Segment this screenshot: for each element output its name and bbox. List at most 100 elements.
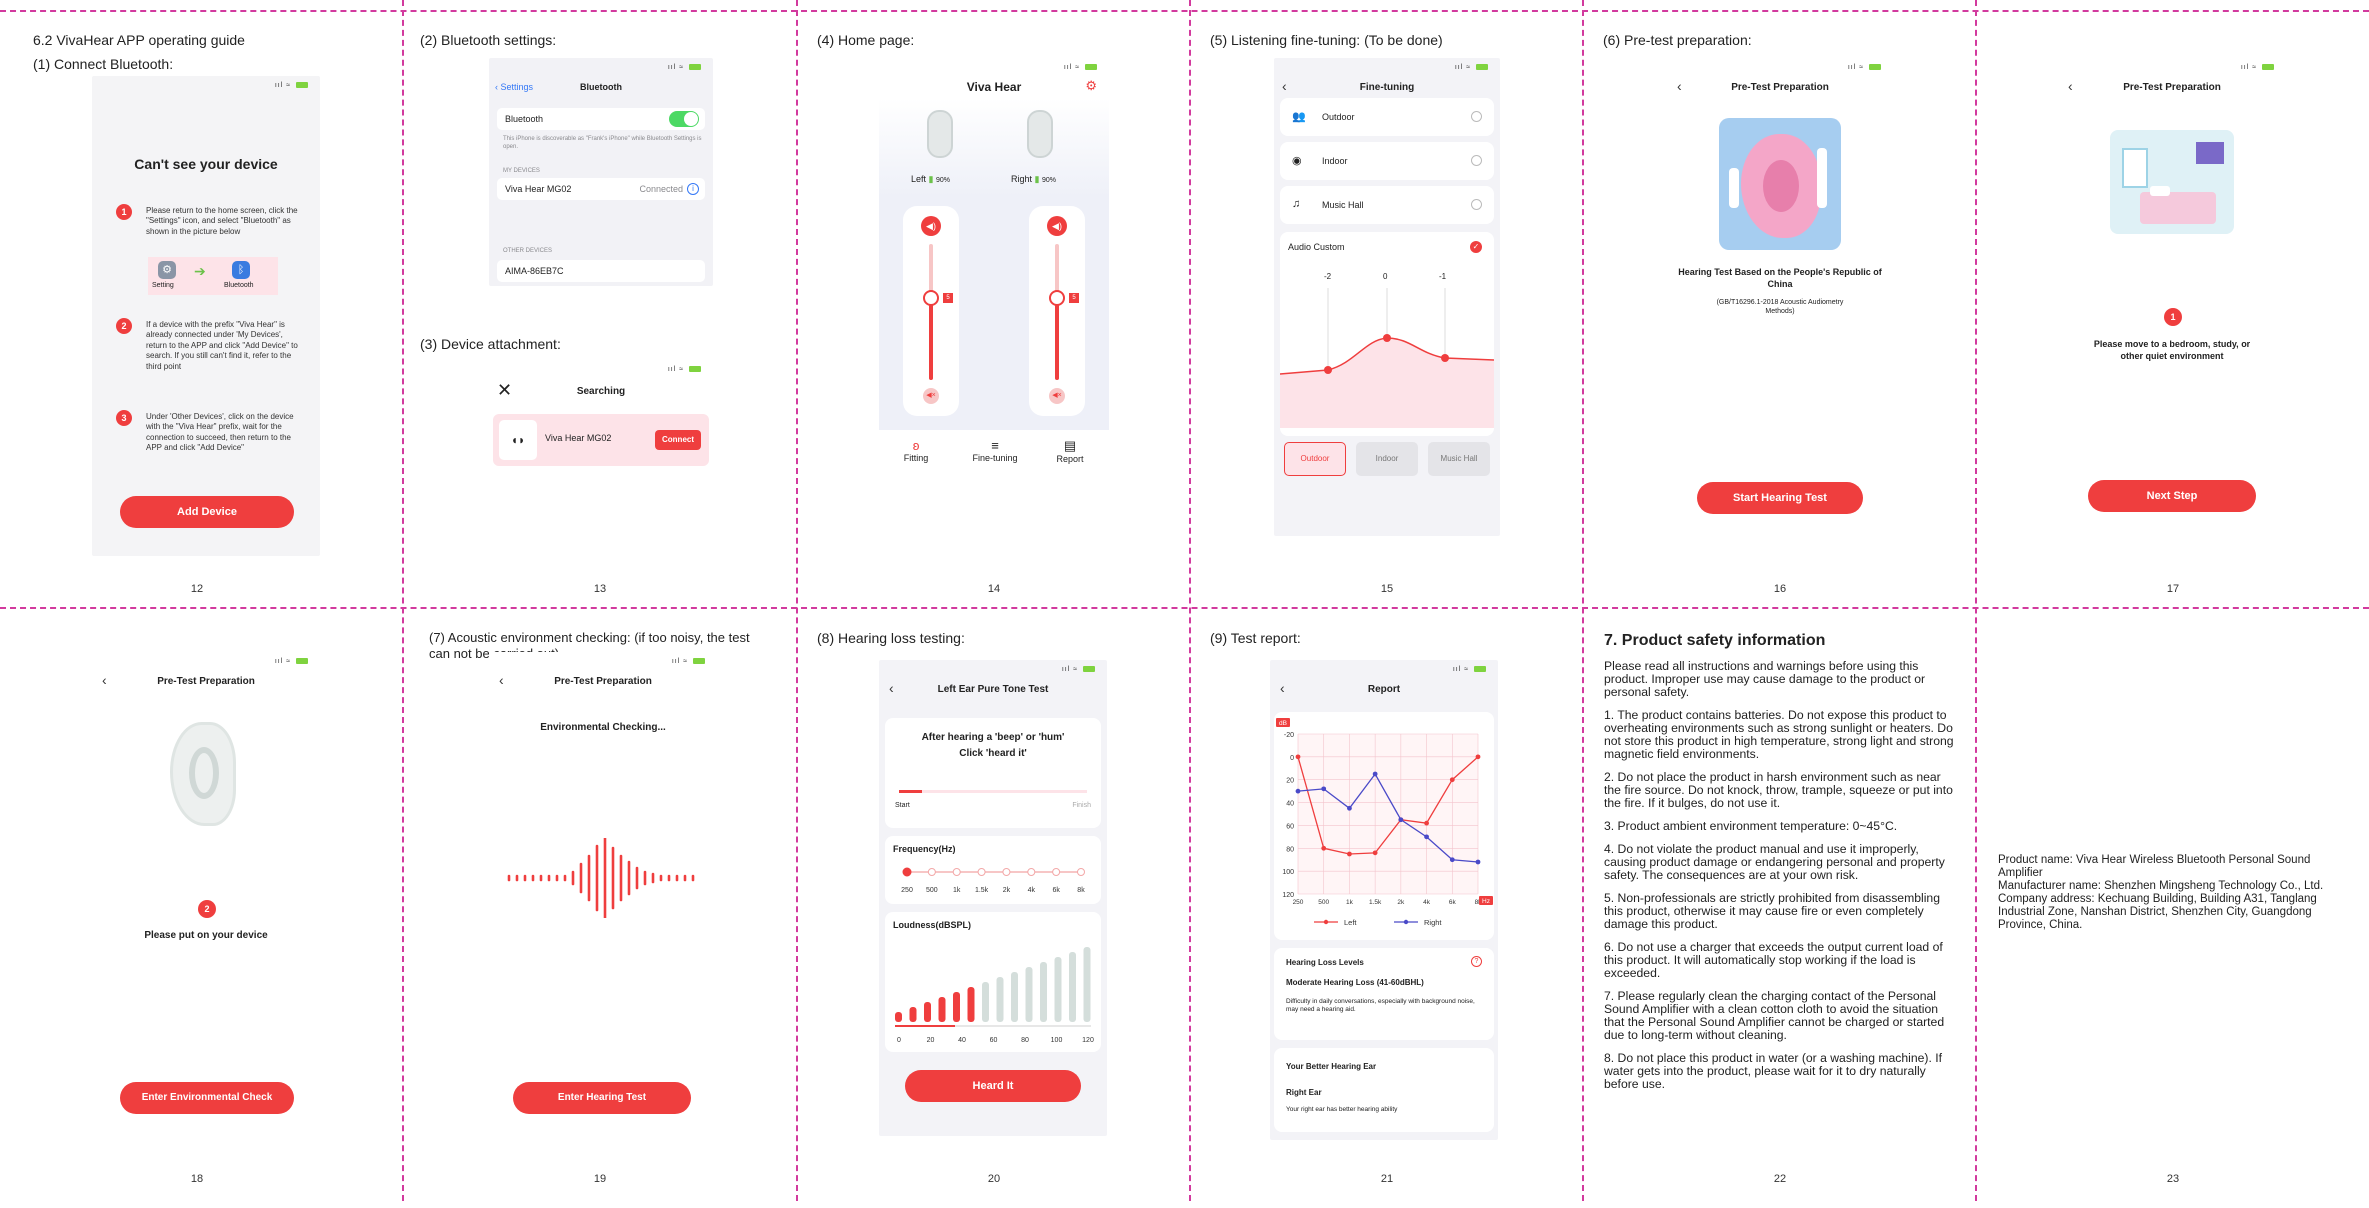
tab-label: Fitting — [903, 453, 929, 463]
radio-button[interactable] — [1471, 199, 1482, 210]
legend-marker — [1403, 919, 1409, 925]
safety-body: Please read all instructions and warning… — [1604, 660, 1954, 1101]
better-ear-title: Your Better Hearing Ear — [1286, 1062, 1377, 1071]
screen-title: Pre-Test Preparation — [2123, 82, 2221, 93]
searching-title: Searching — [576, 386, 626, 397]
device-panel: Left ▮ 90% Right ▮ 90% — [879, 98, 1109, 198]
preset-outdoor-button[interactable]: Outdoor — [1284, 442, 1346, 476]
mute-icon[interactable]: ◀× — [1049, 388, 1065, 404]
bluetooth-toggle[interactable] — [669, 111, 699, 127]
radio-button[interactable] — [1471, 111, 1482, 122]
frequency-label: 1k — [953, 887, 961, 894]
progress-track — [899, 790, 1087, 793]
music-icon: ♫ — [1292, 198, 1301, 210]
frequency-dot — [1027, 868, 1036, 876]
add-device-button[interactable]: Add Device — [120, 496, 294, 528]
page-number: 21 — [1380, 1173, 1394, 1185]
audio-custom-card: Audio Custom ✓ -2 0 -1 — [1280, 232, 1494, 436]
page-16: (6) Pre-test preparation: ııl ≈ ‹ Pre-Te… — [1583, 10, 1977, 610]
better-ear-value: Right Ear — [1286, 1088, 1322, 1097]
scene-label: Indoor — [1322, 156, 1348, 166]
legend-marker — [1323, 919, 1329, 925]
connected-status: Connected — [639, 184, 683, 194]
ear-illustration — [1719, 118, 1841, 250]
help-icon[interactable]: ? — [1471, 956, 1482, 967]
loudness-bar — [953, 992, 960, 1022]
frequency-label: 8k — [1077, 887, 1085, 894]
found-device-row[interactable]: ◖◗ Viva Hear MG02 Connect — [493, 414, 709, 466]
series-point-left — [1449, 777, 1455, 783]
bt-row: Bluetooth — [497, 108, 705, 130]
device-row[interactable]: AIMA-86EB7C — [497, 260, 705, 282]
preset-indoor-button[interactable]: Indoor — [1356, 442, 1418, 476]
frequency-label: 500 — [926, 887, 938, 894]
safety-item: 7. Please regularly clean the charging c… — [1604, 989, 1945, 1042]
step-text: Please return to the home screen, click … — [146, 206, 298, 236]
y-tick-label: 60 — [1286, 823, 1294, 830]
volume-icon[interactable]: ◀) — [921, 216, 941, 236]
series-point-right — [1347, 805, 1352, 811]
tab-fine-tuning[interactable]: ≡ Fine-tuning — [965, 438, 1025, 463]
series-point-left — [1295, 754, 1301, 760]
mute-icon[interactable]: ◀× — [923, 388, 939, 404]
scene-indoor[interactable]: ◉ Indoor — [1280, 142, 1494, 180]
found-device-name: Viva Hear MG02 — [545, 433, 612, 443]
left-slider-knob[interactable] — [923, 290, 939, 307]
next-step-button[interactable]: Next Step — [2088, 480, 2256, 512]
loudness-bar — [938, 997, 946, 1022]
device-row[interactable]: Viva Hear MG02 Connected i — [497, 178, 705, 200]
phone-screen: ııl ≈ Can't see your device 1 Please ret… — [92, 76, 320, 556]
eq-value: -1 — [1439, 272, 1447, 281]
gear-icon[interactable]: ⚙ — [1085, 78, 1097, 94]
step-title: (8) Hearing loss testing: — [817, 630, 965, 646]
tab-report[interactable]: ▤ Report — [1045, 438, 1095, 464]
heard-it-button[interactable]: Heard It — [905, 1070, 1081, 1102]
volume-icon[interactable]: ◀) — [1047, 216, 1067, 236]
pretest-screen: ııl ≈ ‹ Pre-Test Preparation Hearing Tes… — [1667, 58, 1893, 538]
check-icon[interactable]: ✓ — [1470, 241, 1482, 253]
frequency-title: Frequency(Hz) — [893, 844, 956, 854]
enter-hearing-test-button[interactable]: Enter Hearing Test — [513, 1082, 691, 1114]
loudness-bar — [967, 987, 975, 1022]
loudness-label: 40 — [958, 1037, 966, 1044]
right-level-badge: 5 — [1069, 293, 1079, 304]
target-icon: ◉ — [1292, 155, 1302, 167]
start-hearing-test-button[interactable]: Start Hearing Test — [1697, 482, 1863, 514]
right-slider-knob[interactable] — [1049, 290, 1065, 307]
info-icon[interactable]: i — [687, 183, 699, 195]
screen-title: Pre-Test Preparation — [1731, 82, 1829, 93]
levels-description: Difficulty in daily conversations, espec… — [1286, 998, 1475, 1014]
step-title: (2) Bluetooth settings: — [420, 32, 557, 48]
people-icon: 👥 — [1292, 111, 1306, 123]
frequency-scale[interactable]: 250 500 1k 1.5k 2k 4k 6k 8k — [885, 866, 1101, 902]
preset-music-hall-button[interactable]: Music Hall — [1428, 442, 1490, 476]
instruction-card: After hearing a 'beep' or 'hum' Click 'h… — [885, 718, 1101, 828]
gear-icon: ⚙ — [158, 261, 176, 279]
report-screen: ııl ≈ ‹ Report -20 0 20 40 60 80 100 120 250 500 1… — [1270, 660, 1498, 1140]
audiogram-card: -20 0 20 40 60 80 100 120 250 500 1k 1.5k 2k 4k 6k 8k dB… — [1274, 712, 1494, 940]
earbuds-icon: ◖◗ — [499, 420, 537, 460]
eq-value: -2 — [1324, 272, 1332, 281]
enter-environmental-check-button[interactable]: Enter Environmental Check — [120, 1082, 294, 1114]
scene-music-hall[interactable]: ♫ Music Hall — [1280, 186, 1494, 224]
status-bar: ııl ≈ — [668, 366, 701, 373]
series-point-right — [1372, 771, 1378, 777]
step-badge: 1 — [2164, 308, 2182, 326]
clipboard-icon: ▤ — [1063, 438, 1077, 453]
section-label: MY DEVICES — [503, 168, 540, 174]
safety-item: 8. Do not place this product in water (o… — [1604, 1051, 1943, 1091]
tab-fitting[interactable]: ʚ Fitting — [891, 438, 941, 463]
radio-button[interactable] — [1471, 155, 1482, 166]
page-number: 16 — [1773, 583, 1787, 595]
finetune-screen: ııl ≈ ‹ Fine-tuning 👥 Outdoor ◉ Indoor ♫ Mu… — [1274, 58, 1500, 536]
x-tick-label: 1.5k — [1369, 899, 1382, 906]
attach-screen: ııl ≈ ✕ Searching ◖◗ Viva Hear MG02 Conn… — [489, 360, 713, 474]
scene-outdoor[interactable]: 👥 Outdoor — [1280, 98, 1494, 136]
plot-area — [1298, 734, 1478, 894]
eq-curve[interactable] — [1280, 288, 1494, 428]
loudness-bar — [1040, 962, 1047, 1022]
connect-button[interactable]: Connect — [655, 430, 701, 450]
screen-title: Left Ear Pure Tone Test — [937, 684, 1049, 695]
levels-value: Moderate Hearing Loss (41-60dBHL) — [1286, 978, 1424, 987]
status-bar: ııl ≈ — [2241, 64, 2274, 71]
